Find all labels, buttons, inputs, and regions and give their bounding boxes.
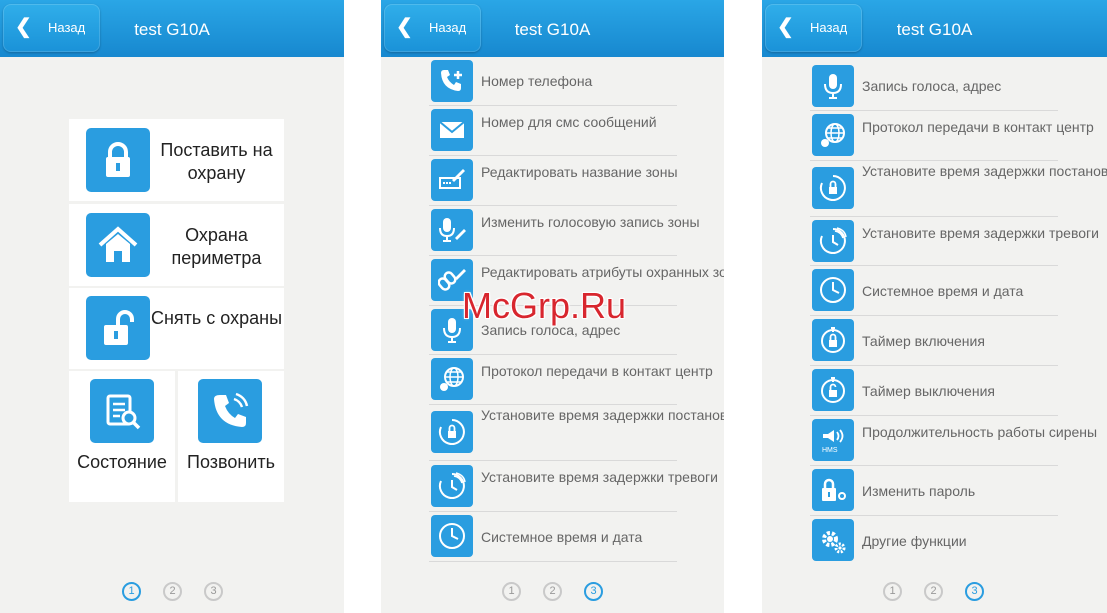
page-dot[interactable]: 1 bbox=[883, 582, 902, 601]
page-dot[interactable]: 3 bbox=[204, 582, 223, 601]
lock-icon bbox=[86, 128, 150, 192]
phone-add-icon bbox=[431, 60, 473, 102]
list-item-label: Протокол передачи в контакт центр bbox=[481, 363, 713, 379]
list-item-label: Изменить голосовую запись зоны bbox=[481, 214, 700, 230]
password-icon bbox=[812, 469, 854, 511]
page-title: test G10A bbox=[134, 20, 210, 39]
list-item[interactable]: Номер телефона bbox=[429, 56, 677, 106]
list-item-label: Другие функции bbox=[862, 533, 967, 549]
list-item-label: Таймер включения bbox=[862, 333, 985, 349]
list-item[interactable]: Системное время и дата bbox=[810, 266, 1058, 316]
svg-text:HMS: HMS bbox=[822, 447, 838, 454]
perimeter-label: Охрана периметра bbox=[171, 225, 262, 268]
call-label: Позвонить bbox=[187, 452, 275, 472]
mic-edit-icon bbox=[431, 209, 473, 251]
list-item-label: Номер для смс сообщений bbox=[481, 114, 657, 130]
clock-icon bbox=[431, 515, 473, 557]
alarm-delay-icon bbox=[431, 465, 473, 507]
list-item-label: Системное время и дата bbox=[481, 529, 643, 545]
page-dot[interactable]: 1 bbox=[502, 582, 521, 601]
list-item[interactable]: Другие функции bbox=[810, 516, 1058, 565]
list-item[interactable]: Установите время задержки тревоги bbox=[429, 461, 718, 512]
watermark: McGrp.Ru bbox=[462, 285, 627, 326]
status-report-icon bbox=[90, 379, 154, 443]
status-label: Состояние bbox=[77, 452, 167, 472]
list-item[interactable]: Установите время задержки постановки на … bbox=[429, 405, 724, 461]
envelope-icon bbox=[431, 109, 473, 151]
list-item[interactable]: Протокол передачи в контакт центр bbox=[429, 355, 713, 405]
list-item[interactable]: Установите время задержки тревоги bbox=[810, 217, 1099, 266]
page-dot[interactable]: 1 bbox=[122, 582, 141, 601]
list-item-label: Установите время задержки тревоги bbox=[862, 225, 1099, 241]
list-item-label: Запись голоса, адрес bbox=[862, 78, 1002, 94]
list-item[interactable]: Запись голоса, адрес bbox=[810, 62, 1058, 111]
globe-icon bbox=[431, 358, 473, 400]
list-item[interactable]: Установите время задержки постановки на … bbox=[810, 161, 1107, 217]
arm-delay-icon bbox=[431, 411, 473, 453]
unlock-icon bbox=[86, 296, 150, 360]
list-item-label: Установите время задержки постановки на … bbox=[481, 407, 724, 423]
list-item[interactable]: Редактировать название зоны bbox=[429, 156, 678, 206]
header-bar: ❮ Назад test G10A bbox=[0, 0, 344, 57]
disarm-label: Снять с охраны bbox=[150, 308, 283, 328]
home-icon bbox=[86, 213, 150, 277]
header-bar: ❮ Назад test G10A bbox=[762, 0, 1107, 57]
perimeter-tile[interactable]: Охрана периметра bbox=[69, 204, 284, 286]
arm-tile[interactable]: Поставить на охрану bbox=[69, 119, 284, 201]
list-item-label: Продолжительность работы сирены bbox=[862, 424, 1098, 440]
list-item-label: Изменить пароль bbox=[862, 483, 976, 499]
arm-delay-icon bbox=[812, 167, 854, 209]
timer-on-icon bbox=[812, 319, 854, 361]
page-dot[interactable]: 3 bbox=[965, 582, 984, 601]
list-item-label: Таймер выключения bbox=[862, 383, 995, 399]
list-item[interactable]: Системное время и дата bbox=[429, 512, 677, 562]
arm-label: Поставить на охрану bbox=[160, 140, 273, 183]
list-item[interactable]: Изменить голосовую запись зоны bbox=[429, 206, 700, 256]
status-tile[interactable]: Состояние bbox=[69, 371, 175, 502]
main-menu-screen: ❮ Назад test G10A Поставить на охрану Ох… bbox=[0, 0, 344, 613]
list-item[interactable]: Таймер включения bbox=[810, 316, 1058, 366]
header-bar: ❮ Назад test G10A bbox=[381, 0, 724, 57]
page-dot[interactable]: 2 bbox=[163, 582, 182, 601]
list-item[interactable]: Изменить пароль bbox=[810, 466, 1058, 516]
list-item[interactable]: Номер для смс сообщений bbox=[429, 106, 677, 156]
clock-icon bbox=[812, 269, 854, 311]
page-dot[interactable]: 2 bbox=[924, 582, 943, 601]
microphone-icon bbox=[812, 65, 854, 107]
list-item-label: Системное время и дата bbox=[862, 283, 1024, 299]
call-tile[interactable]: Позвонить bbox=[178, 371, 284, 502]
settings-screen-page-3: ❮ Назад test G10A Запись голоса, адрес П… bbox=[762, 0, 1107, 613]
timer-off-icon bbox=[812, 369, 854, 411]
list-item-label: Редактировать атрибуты охранных зон bbox=[481, 264, 724, 280]
list-item-label: Редактировать название зоны bbox=[481, 164, 678, 180]
list-item-label: Установите время задержки постановки на … bbox=[862, 163, 1107, 179]
page-title: test G10A bbox=[514, 20, 591, 39]
disarm-tile[interactable]: Снять с охраны bbox=[69, 288, 284, 369]
list-item[interactable]: HMS Продолжительность работы сирены bbox=[810, 416, 1097, 466]
phone-call-icon bbox=[198, 379, 262, 443]
alarm-delay-icon bbox=[812, 220, 854, 262]
page-dot[interactable]: 2 bbox=[543, 582, 562, 601]
list-item[interactable]: Таймер выключения bbox=[810, 366, 1058, 416]
list-item[interactable]: Протокол передачи в контакт центр bbox=[810, 111, 1094, 161]
action-grid: Поставить на охрану Охрана периметра Сня… bbox=[69, 119, 284, 502]
page-dot[interactable]: 3 bbox=[584, 582, 603, 601]
edit-name-icon bbox=[431, 159, 473, 201]
gears-icon bbox=[812, 519, 854, 561]
list-item-label: Номер телефона bbox=[481, 73, 593, 89]
page-title: test G10A bbox=[896, 20, 973, 39]
siren-icon: HMS bbox=[812, 419, 854, 461]
list-item-label: Установите время задержки тревоги bbox=[481, 469, 718, 485]
globe-icon bbox=[812, 114, 854, 156]
list-item-label: Протокол передачи в контакт центр bbox=[862, 119, 1094, 135]
